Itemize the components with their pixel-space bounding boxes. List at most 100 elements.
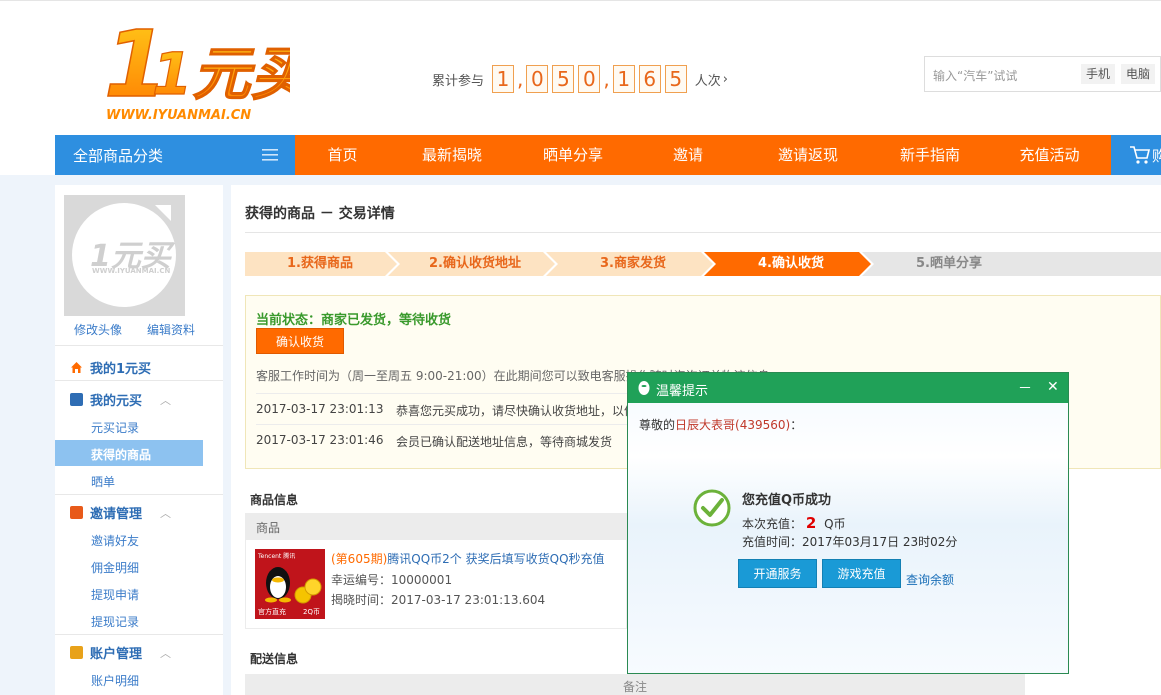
chevron-right-icon[interactable]: › [723,72,728,87]
step-3: 3.商家发货 [600,256,666,271]
order-status: 当前状态：商家已发货，等待收货 [256,313,452,328]
all-categories-button[interactable]: 全部商品分类 [55,135,295,175]
counter-digit: 0 [526,65,549,93]
search-tag-computer[interactable]: 电脑 [1121,64,1156,84]
step-2: 2.确认收货地址 [429,256,521,271]
avatar-bubble-tail [155,205,171,221]
step-5: 5.晒单分享 [916,256,982,271]
sidebar-divider [55,380,223,381]
chevron-up-icon: ︿ [160,646,172,660]
step-1: 1.获得商品 [287,256,353,271]
site-logo[interactable]: 1 1元买 WWW.IYUANMAI.CN [100,10,318,124]
cart-label: 购 [1152,147,1161,165]
search-box[interactable]: 输入“汽车”试试 手机 电脑 [924,56,1161,92]
dialog-title: 温馨提示 [656,384,709,399]
edit-avatar-link[interactable]: 修改头像 [74,321,122,338]
counter-digit: 6 [638,65,661,93]
search-input[interactable]: 输入“汽车”试试 [933,67,1017,84]
nav-item-invite[interactable]: 邀请 [632,135,744,175]
title-divider [245,232,1161,233]
sidebar-item-won-goods[interactable]: 获得的商品 [91,446,151,463]
counter-digit: 5 [664,65,687,93]
nav-item-home[interactable]: 首页 [295,135,390,175]
all-categories-label: 全部商品分类 [73,147,164,165]
dialog-titlebar[interactable]: 温馨提示 － ✕ [628,373,1068,403]
sidebar-item-home[interactable]: 我的1元买 [70,358,151,377]
amount-value: 2 [805,514,817,532]
counter-digit: 0 [578,65,601,93]
nav-item-latest[interactable]: 最新揭晓 [390,135,514,175]
avatar-url: WWW.IYUANMAI.CN [92,267,171,275]
counter-label: 累计参与 [432,73,485,89]
sidebar-item-withdraw-apply[interactable]: 提现申请 [91,586,139,603]
open-service-button[interactable]: 开通服务 [738,559,817,588]
success-check-icon [693,489,731,527]
nav-item-guide[interactable]: 新手指南 [872,135,988,175]
sidebar-item-share[interactable]: 晒单 [91,473,115,490]
success-title: 您充值Q币成功 [742,493,832,508]
sidebar-item-records[interactable]: 元买记录 [91,419,139,436]
coins-icon [294,578,322,604]
goods-name-link[interactable]: (第605期)腾讯QQ币2个 获奖后填写收货QQ秒充值 [331,550,605,567]
step-4-active: 4.确认收货 [758,256,824,271]
sidebar-section-my-yuanmai[interactable]: 我的元买 ︿ [70,390,171,409]
sidebar-section-label: 邀请管理 [90,507,143,522]
logo-url: WWW.IYUANMAI.CN [106,108,251,123]
goods-reveal-time: 揭晓时间：2017-03-17 23:01:13.604 [331,593,546,607]
cart-button[interactable]: 购 [1111,135,1161,175]
sidebar-item-withdraw-records[interactable]: 提现记录 [91,613,139,630]
edit-profile-link[interactable]: 编辑资料 [147,321,195,338]
participation-counter: 累计参与 1 , 0 5 0 , 1 6 5 人次 › [432,62,728,96]
sidebar-item-commission[interactable]: 佣金明细 [91,559,139,576]
nav-item-recharge[interactable]: 充值活动 [988,135,1111,175]
goods-table-header: 商品 [245,513,627,539]
goods-image-brand: Tencent 腾讯 [258,553,296,560]
log-time: 2017-03-17 23:01:46 [256,433,384,447]
shipping-column-remark: 备注 [623,680,648,694]
goods-section-title: 商品信息 [250,493,299,507]
counter-unit: 人次 [694,73,721,89]
sidebar-item-account-detail[interactable]: 账户明细 [91,672,139,689]
search-tag-phone[interactable]: 手机 [1081,64,1116,84]
qq-penguin-icon [638,381,650,395]
counter-digit: 5 [552,65,575,93]
greeting-prefix: 尊敬的 [639,418,676,432]
recharge-amount: 本次充值： 2 Q币 [742,514,846,532]
goods-lucky-number: 幸运编号：10000001 [331,573,453,587]
sidebar-item-invite-friends[interactable]: 邀请好友 [91,532,139,549]
cart-icon [70,393,83,406]
counter-digit: 1 [612,65,635,93]
progress-steps: 1.获得商品 2.确认收货地址 3.商家发货 4.确认收货 5.晒单分享 [245,252,1161,276]
logo-text: 1元买 [152,40,290,108]
sidebar-section-invite[interactable]: 邀请管理 ︿ [70,503,171,522]
game-recharge-button[interactable]: 游戏充值 [822,559,901,588]
recharge-time: 充值时间：2017年03月17日 23时02分 [742,535,958,549]
amount-label: 本次充值： [742,517,803,531]
shipping-section-title: 配送信息 [250,652,299,666]
log-divider [256,393,656,394]
log-time: 2017-03-17 23:01:13 [256,402,384,416]
close-button[interactable]: ✕ [1047,379,1059,395]
goods-image[interactable]: Tencent 腾讯 官方直充 2Q币 [255,549,325,619]
nav-item-invite-cashback[interactable]: 邀请返现 [744,135,872,175]
sidebar-section-account[interactable]: 账户管理 ︿ [70,643,171,662]
avatar[interactable]: 1元买 WWW.IYUANMAI.CN [64,195,185,316]
cart-icon [1130,146,1151,164]
goods-column-header: 商品 [256,521,281,535]
counter-digit: 1 [492,65,515,93]
query-balance-link[interactable]: 查询余额 [906,571,954,588]
invite-icon [70,506,83,519]
shipping-table-header: 备注 [245,674,1025,695]
qq-penguin-icon [265,567,291,603]
nav-item-share[interactable]: 晒单分享 [514,135,632,175]
sidebar-divider [55,345,223,346]
menu-icon [262,149,278,161]
greeting-text: 尊敬的日辰大表哥(439560)： [639,416,802,433]
log-divider [256,424,656,425]
goods-period: (第605期) [331,552,388,566]
goods-image-badge-left: 官方直充 [258,608,286,616]
confirm-receipt-button[interactable]: 确认收货 [256,328,344,354]
counter-comma: , [517,67,524,91]
minimize-button[interactable]: － [1018,378,1032,398]
counter-comma: , [603,67,610,91]
